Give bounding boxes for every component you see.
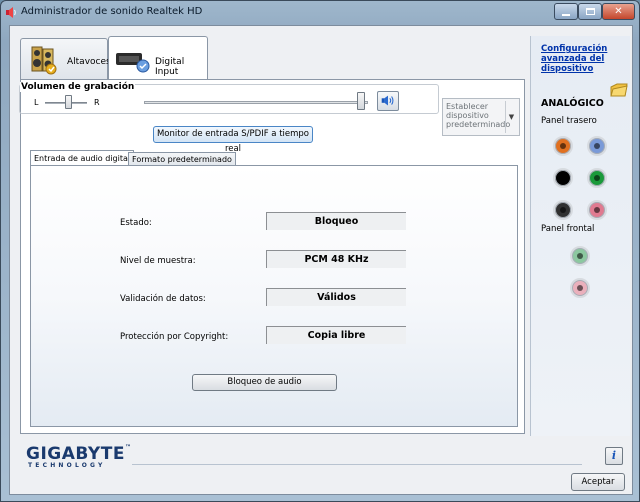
maximize-button[interactable]	[578, 3, 602, 20]
advanced-settings-link[interactable]: Configuración avanzada del dispositivo	[541, 44, 629, 74]
balance-slider-thumb[interactable]	[65, 95, 72, 109]
tab-digital-input-label: Digital Input	[155, 57, 185, 77]
copyright-value: Copia libre	[266, 326, 406, 344]
info-icon: i	[611, 449, 617, 462]
gray-jack[interactable]	[553, 200, 573, 220]
analog-title: ANALÓGICO	[541, 98, 604, 109]
balance-right-label: R	[94, 98, 100, 107]
speaker-volume-icon	[381, 95, 394, 106]
spdif-monitor-button[interactable]: Monitor de entrada S/PDIF a tiempo real	[153, 126, 313, 154]
folder-icon[interactable]	[609, 82, 629, 98]
side-panel: Configuración avanzada del dispositivo A…	[530, 36, 630, 436]
maximize-icon	[585, 8, 595, 15]
close-icon: ✕	[614, 6, 623, 17]
front-panel-label: Panel frontal	[541, 224, 595, 234]
digital-input-icon	[116, 53, 150, 73]
audio-lock-button[interactable]: Bloqueo de audio	[192, 374, 337, 391]
data-validation-label: Validación de datos:	[120, 294, 206, 304]
gigabyte-logo-tm: ™	[124, 444, 132, 451]
app-window: Administrador de sonido Realtek HD ✕ Alt…	[0, 0, 640, 502]
front-pink-jack[interactable]	[570, 278, 590, 298]
volume-slider-thumb[interactable]	[357, 92, 365, 110]
status-label: Estado:	[120, 218, 152, 228]
set-default-device-dropdown[interactable]: Establecer dispositivo predeterminado ▼	[442, 98, 520, 136]
gigabyte-logo-text: GIGABYTE	[26, 444, 125, 464]
gigabyte-logo: GIGABYTE™	[26, 444, 131, 464]
sample-level-label: Nivel de muestra:	[120, 256, 196, 266]
set-default-device-text: Establecer dispositivo predeterminado	[446, 102, 511, 129]
tab-altavoces-label: Altavoces	[67, 57, 111, 67]
minimize-icon	[562, 13, 570, 16]
tab-digital-input[interactable]: Digital Input	[108, 36, 208, 80]
title-bar[interactable]: Administrador de sonido Realtek HD ✕	[1, 1, 639, 25]
green-jack[interactable]	[587, 168, 607, 188]
client-area: Altavoces Digital Input Volumen de graba…	[9, 25, 633, 495]
tab-digital-audio-input[interactable]: Entrada de audio digital	[30, 150, 135, 166]
tab-default-format[interactable]: Formato predeterminado	[128, 152, 236, 166]
front-green-jack[interactable]	[570, 246, 590, 266]
black-jack[interactable]	[553, 168, 573, 188]
chevron-down-icon: ▼	[505, 101, 517, 133]
speaker-icon	[31, 46, 57, 75]
blue-jack[interactable]	[587, 136, 607, 156]
volume-label: Volumen de grabación	[20, 82, 136, 92]
minimize-button[interactable]	[554, 3, 578, 20]
speaker-app-icon	[6, 7, 16, 18]
close-button[interactable]: ✕	[602, 3, 635, 20]
ok-button[interactable]: Aceptar	[571, 473, 625, 491]
sample-level-value: PCM 48 KHz	[266, 250, 406, 268]
info-button[interactable]: i	[605, 447, 623, 465]
rear-panel-label: Panel trasero	[541, 116, 597, 126]
window-title: Administrador de sonido Realtek HD	[21, 6, 203, 17]
tab-altavoces[interactable]: Altavoces	[20, 38, 111, 80]
copyright-label: Protección por Copyright:	[120, 332, 229, 342]
pink-jack[interactable]	[587, 200, 607, 220]
mute-button[interactable]	[377, 91, 399, 111]
volume-slider-track[interactable]	[144, 101, 368, 104]
gigabyte-logo-sub: TECHNOLOGY	[28, 462, 106, 469]
status-value: Bloqueo	[266, 212, 406, 230]
main-area: Altavoces Digital Input Volumen de graba…	[10, 26, 529, 436]
data-validation-value: Válidos	[266, 288, 406, 306]
footer-divider	[132, 464, 582, 465]
orange-jack[interactable]	[553, 136, 573, 156]
balance-left-label: L	[34, 98, 39, 107]
